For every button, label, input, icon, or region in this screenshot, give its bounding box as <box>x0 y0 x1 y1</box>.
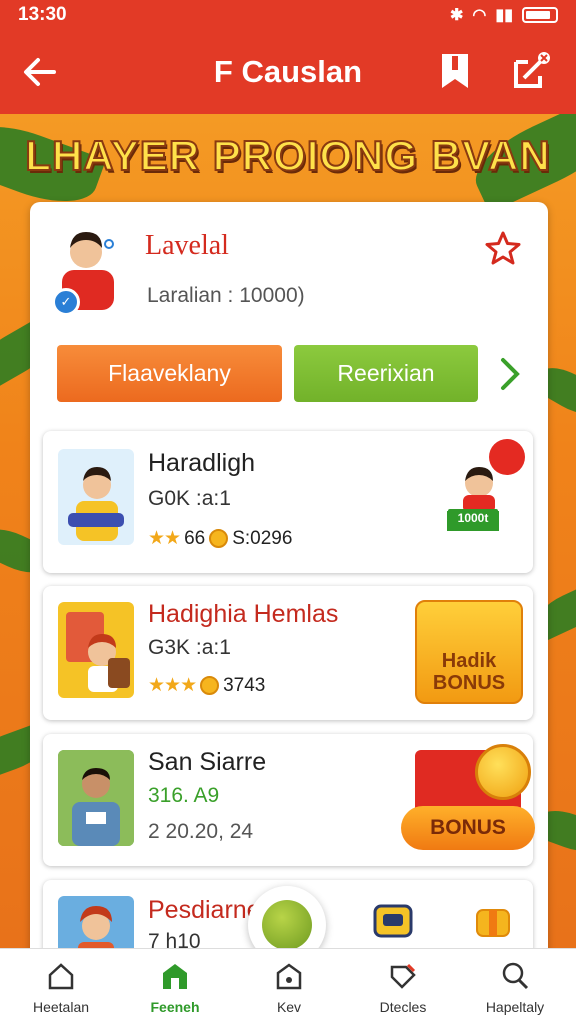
item-thumbnail <box>58 750 134 846</box>
nav-label-deals: Dtecles <box>379 999 427 1015</box>
battery-icon <box>522 7 558 23</box>
nav-item-wallet[interactable]: Kev <box>234 957 344 1015</box>
bonus-badge[interactable]: Hadik BONUS <box>415 600 523 704</box>
primary-action-button[interactable]: Flaaveklany <box>57 345 282 402</box>
profile-name: Lavelal <box>145 230 229 261</box>
nav-label-home: Heetalan <box>32 999 90 1015</box>
bookmark-icon[interactable] <box>438 52 472 90</box>
tag-icon <box>390 963 416 989</box>
status-time: 13:30 <box>18 4 67 25</box>
banner-title: LHAYER PROIONG BVAN <box>24 131 551 180</box>
gift-icon <box>476 909 510 937</box>
bonus-button[interactable]: BONUS <box>401 806 535 850</box>
nav-item-store[interactable]: Feeneh <box>120 957 230 1015</box>
coin-icon <box>475 744 531 800</box>
leaf-icon <box>262 900 312 950</box>
signal-icon: ▮▮ <box>495 7 513 24</box>
store-icon <box>163 964 187 989</box>
item-title: San Siarre <box>148 748 267 776</box>
favorite-star-icon[interactable] <box>484 230 522 266</box>
profile-icon <box>502 962 529 990</box>
coin-icon <box>209 529 229 548</box>
list-item[interactable]: Haradligh G0K :a:1 ★★ 66 S:0296 1000t <box>43 431 533 573</box>
item-extra: 2 20.20, 24 <box>148 820 254 843</box>
item-meta: 316. A9 <box>148 784 220 807</box>
nav-label-profile: Hapeltaly <box>485 999 545 1015</box>
status-bar: 13:30 ✱ ◠ ▮▮ <box>0 0 576 30</box>
item-title: Haradligh <box>148 449 256 477</box>
rating-stars: ★★ <box>148 528 181 549</box>
robot-icon <box>373 904 413 938</box>
home-icon <box>48 963 74 990</box>
nav-label-wallet: Kev <box>276 999 302 1015</box>
page-title: F Causlan <box>213 54 363 89</box>
nav-item-home[interactable]: Heetalan <box>6 957 116 1015</box>
nav-item-deals[interactable]: Dtecles <box>348 957 458 1015</box>
list-item[interactable]: San Siarre 316. A9 2 20.20, 24 BONUS <box>43 734 535 866</box>
item-thumbnail <box>58 602 134 698</box>
rating-stars: ★★★ <box>148 675 197 696</box>
item-thumbnail <box>58 449 134 545</box>
coin-icon <box>200 676 220 695</box>
item-meta: G0K :a:1 <box>148 487 231 510</box>
item-title: Hadighia Hemlas <box>148 600 339 628</box>
item-meta: G3K :a:1 <box>148 636 231 659</box>
nav-label-store: Feeneh <box>150 999 200 1015</box>
reward-badge: 1000t <box>448 509 498 527</box>
profile-subtitle: Laralian : 10000) <box>147 284 305 307</box>
bluetooth-icon: ✱ <box>450 7 464 24</box>
verified-badge-icon: ✓ <box>52 288 80 316</box>
item-extra: 3743 <box>223 674 266 696</box>
app-bar: F Causlan <box>0 30 576 114</box>
item-extra: S:0296 <box>232 527 293 549</box>
secondary-action-button[interactable]: Reerixian <box>294 345 478 402</box>
nav-item-profile[interactable]: Hapeltaly <box>460 957 570 1015</box>
wifi-icon: ◠ <box>472 7 487 24</box>
list-item[interactable]: Hadighia Hemlas G3K :a:1 ★★★ 3743 Hadik … <box>43 586 533 720</box>
item-rating: 66 <box>184 527 206 549</box>
wallet-icon <box>276 963 302 990</box>
chevron-right-icon[interactable] <box>495 356 525 392</box>
item-title: Pesdiarne <box>148 896 261 924</box>
bottom-nav: Heetalan Feeneh Kev Dtecles Hapeltaly <box>0 948 576 1024</box>
share-icon[interactable] <box>510 50 552 92</box>
